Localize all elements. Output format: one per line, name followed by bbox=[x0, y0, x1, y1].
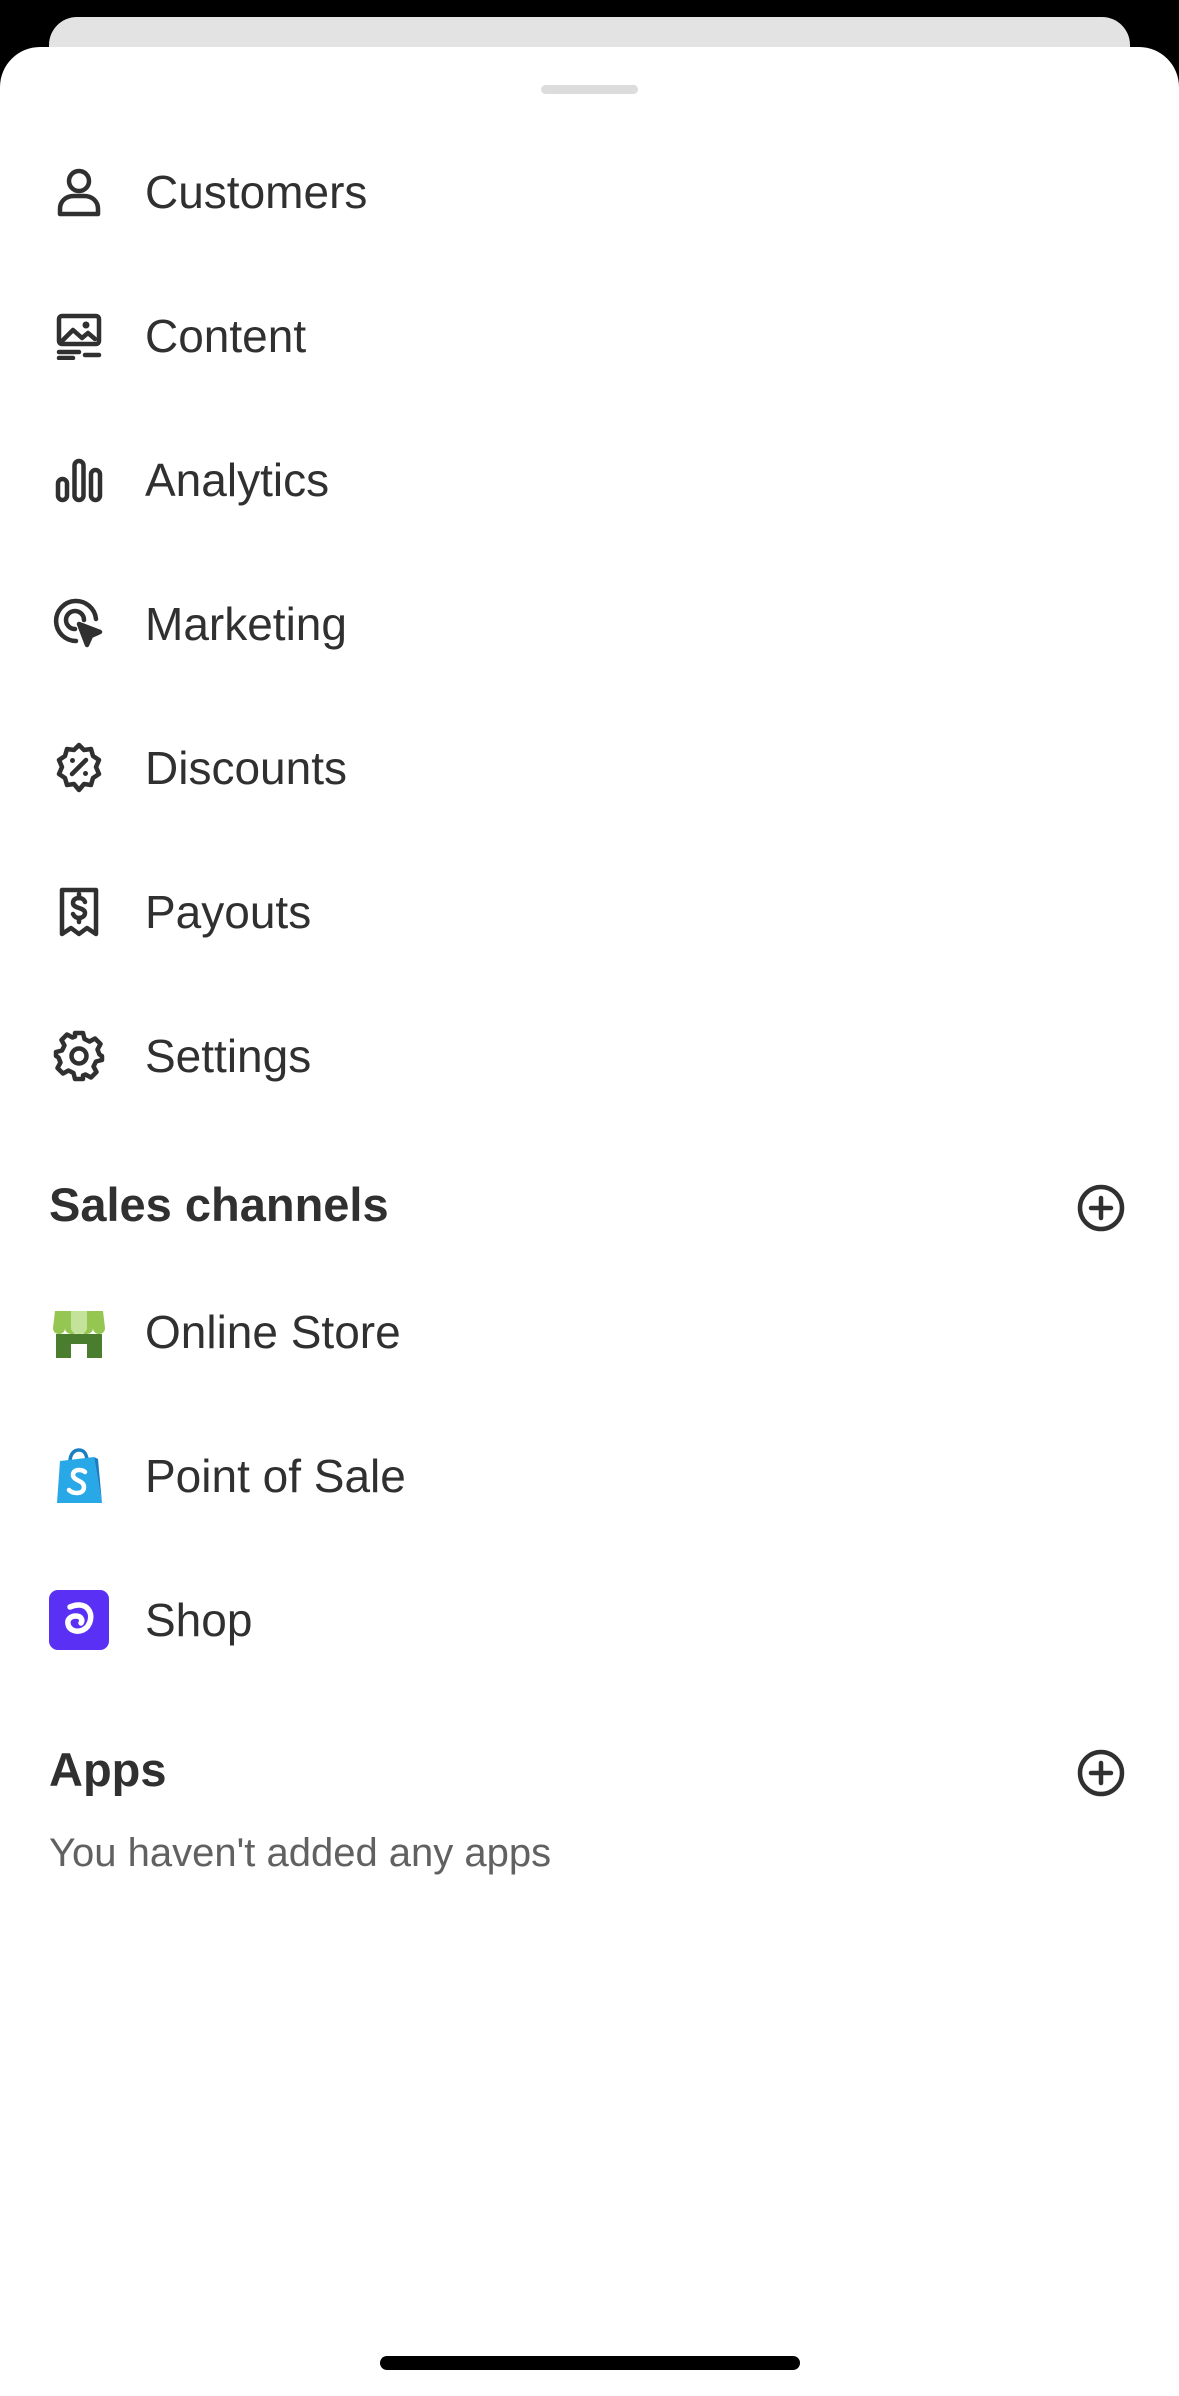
sheet-grabber[interactable] bbox=[541, 85, 638, 94]
navigation-sheet: Customers Content Analytics Marketing Di… bbox=[0, 47, 1179, 2396]
menu-item-marketing[interactable]: Marketing bbox=[0, 564, 1179, 684]
receipt-dollar-icon bbox=[48, 881, 110, 943]
menu-item-payouts[interactable]: Payouts bbox=[0, 852, 1179, 972]
menu-item-label: Analytics bbox=[145, 454, 330, 506]
image-icon bbox=[48, 305, 110, 367]
menu-item-content[interactable]: Content bbox=[0, 276, 1179, 396]
menu-item-label: Marketing bbox=[145, 598, 347, 650]
online-store-icon bbox=[48, 1301, 110, 1363]
add-sales-channel-button[interactable] bbox=[1074, 1183, 1128, 1237]
plus-circle-icon bbox=[1076, 1183, 1126, 1238]
sales-channel-point-of-sale[interactable]: Point of Sale bbox=[0, 1416, 1179, 1536]
add-app-button[interactable] bbox=[1074, 1748, 1128, 1802]
sales-channel-label: Shop bbox=[145, 1594, 253, 1646]
menu-item-analytics[interactable]: Analytics bbox=[0, 420, 1179, 540]
menu-item-customers[interactable]: Customers bbox=[0, 132, 1179, 252]
menu-item-label: Settings bbox=[145, 1030, 312, 1082]
sales-channels-title: Sales channels bbox=[49, 1178, 389, 1231]
sales-channel-online-store[interactable]: Online Store bbox=[0, 1272, 1179, 1392]
sales-channel-shop[interactable]: Shop bbox=[0, 1560, 1179, 1680]
bar-chart-icon bbox=[48, 449, 110, 511]
menu-item-label: Discounts bbox=[145, 742, 347, 794]
plus-circle-icon bbox=[1076, 1748, 1126, 1803]
person-icon bbox=[48, 161, 110, 223]
target-cursor-icon bbox=[48, 593, 110, 655]
menu-item-discounts[interactable]: Discounts bbox=[0, 708, 1179, 828]
apps-empty-message: You haven't added any apps bbox=[49, 1831, 552, 1875]
sales-channel-label: Online Store bbox=[145, 1306, 401, 1358]
menu-item-label: Content bbox=[145, 310, 307, 362]
menu-item-label: Payouts bbox=[145, 886, 312, 938]
home-indicator bbox=[380, 2356, 800, 2370]
menu-item-settings[interactable]: Settings bbox=[0, 996, 1179, 1116]
apps-title: Apps bbox=[49, 1743, 167, 1796]
shop-app-icon bbox=[48, 1589, 110, 1651]
menu-item-label: Customers bbox=[145, 166, 368, 218]
discount-badge-icon bbox=[48, 737, 110, 799]
shopify-bag-icon bbox=[48, 1445, 110, 1507]
gear-icon bbox=[48, 1025, 110, 1087]
sales-channel-label: Point of Sale bbox=[145, 1450, 406, 1502]
